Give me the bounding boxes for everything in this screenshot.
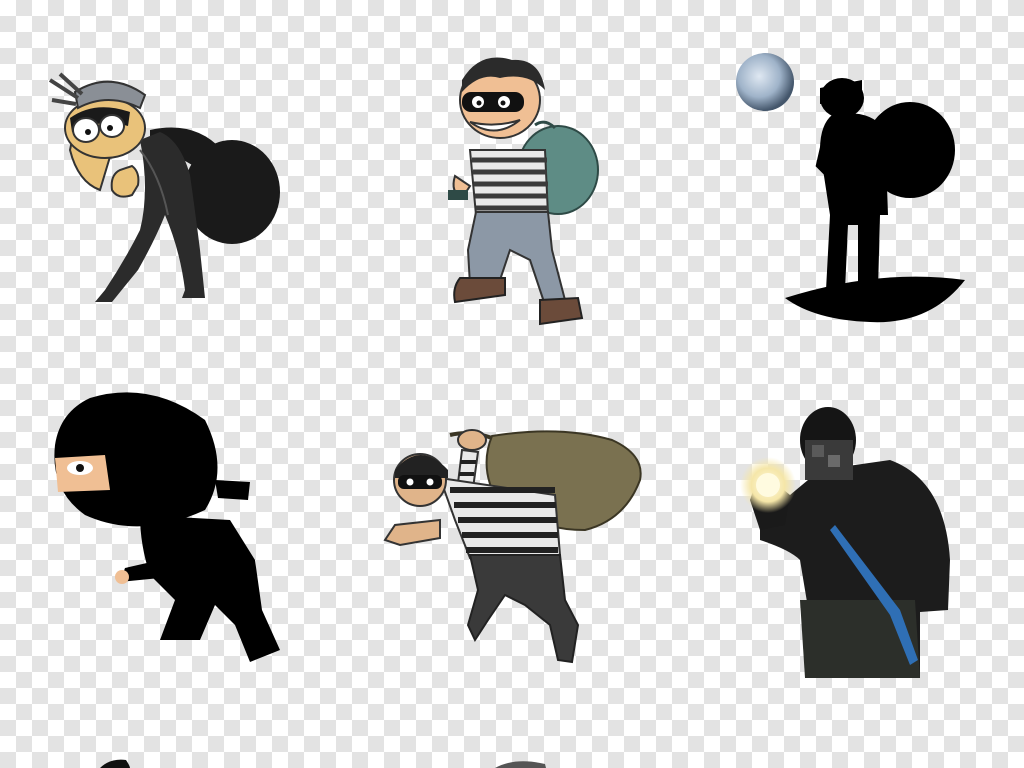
partial-figure-icon [495, 761, 546, 768]
clipart-canvas [48, 53, 965, 768]
ninja-icon [54, 392, 280, 662]
burglar-flashlight-icon [740, 407, 950, 678]
clipart-sheet: { "background": { "pattern": "transparen… [0, 0, 1024, 768]
partial-figure-icon [100, 759, 130, 768]
grinning-thief-icon [448, 57, 599, 326]
sneaking-thief-icon [48, 72, 280, 302]
silhouette-thief-icon [736, 53, 965, 323]
burglar-with-sack-icon [383, 429, 642, 664]
